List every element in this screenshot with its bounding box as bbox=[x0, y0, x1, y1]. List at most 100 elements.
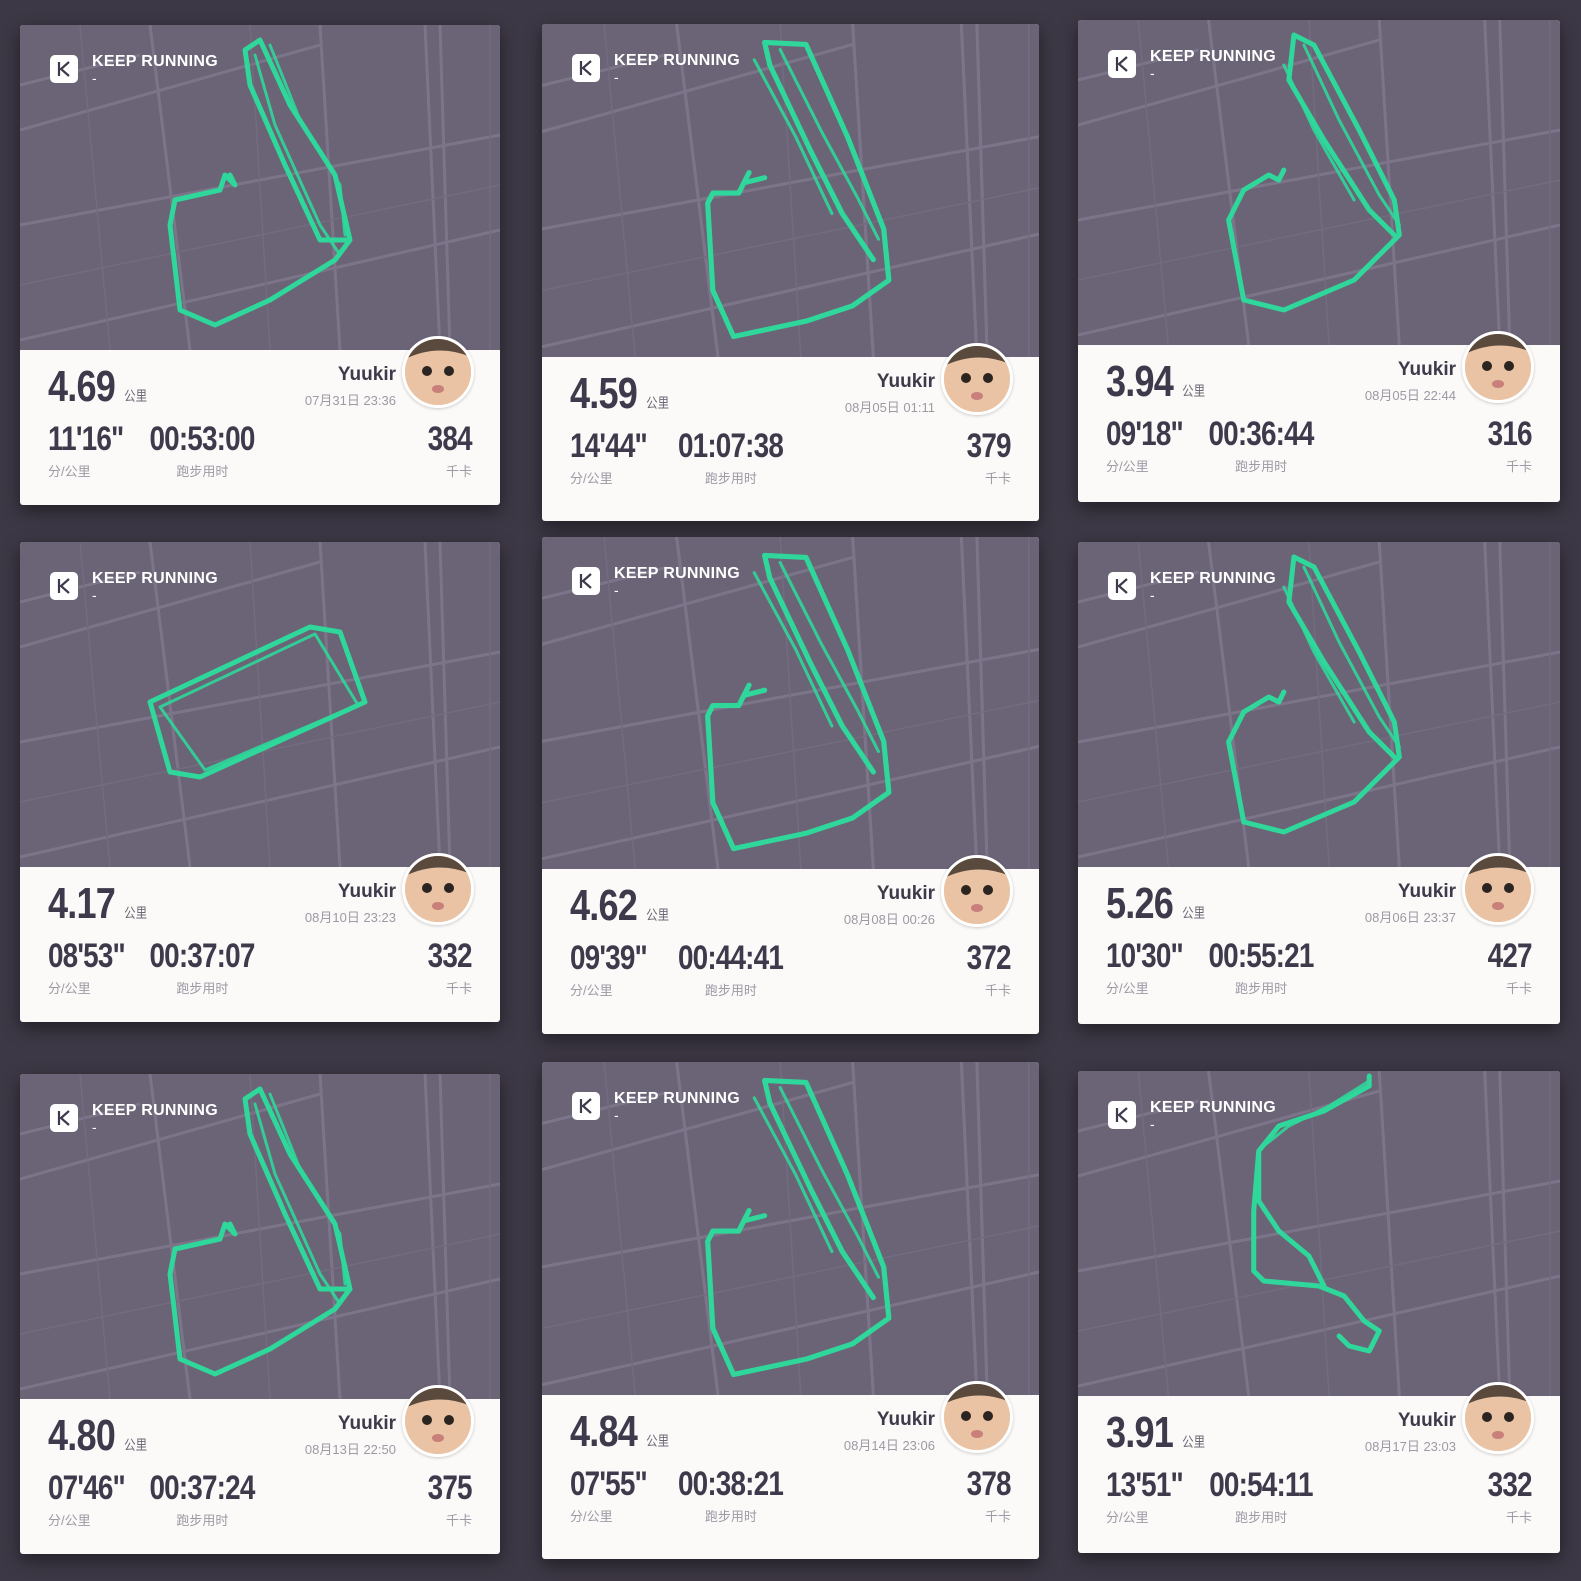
calories-stat: 375 千卡 bbox=[418, 1469, 473, 1529]
route-map: KEEP RUNNING - bbox=[542, 537, 1039, 869]
duration-value: 00:55:21 bbox=[1208, 937, 1315, 975]
calories-label: 千卡 bbox=[445, 981, 472, 996]
brand-subtitle: - bbox=[92, 1119, 97, 1135]
run-date: 08月08日 00:26 bbox=[843, 912, 935, 927]
avatar[interactable] bbox=[402, 1385, 474, 1457]
run-card[interactable]: KEEP RUNNING - 4.84 公里 Yuukir 08月14日 23:… bbox=[542, 1062, 1039, 1559]
calories-value: 332 bbox=[427, 937, 473, 975]
distance-unit: 公里 bbox=[124, 1437, 148, 1453]
calories-value: 375 bbox=[427, 1469, 473, 1507]
run-date: 08月17日 23:03 bbox=[1364, 1439, 1456, 1454]
avatar[interactable] bbox=[941, 855, 1013, 927]
duration-stat: 00:37:07 跑步用时 bbox=[20, 937, 442, 997]
duration-value: 01:07:38 bbox=[678, 427, 784, 465]
calories-label: 千卡 bbox=[984, 983, 1011, 998]
keep-logo-icon bbox=[572, 1092, 600, 1120]
avatar[interactable] bbox=[941, 343, 1013, 415]
duration-label: 跑步用时 bbox=[1235, 1510, 1288, 1525]
distance-value: 4.69 bbox=[48, 362, 116, 411]
run-summary: 4.84 公里 Yuukir 08月14日 23:06 07'55" 分/公里 bbox=[542, 1381, 1039, 1559]
avatar[interactable] bbox=[402, 853, 474, 925]
run-date: 08月10日 23:23 bbox=[304, 910, 396, 925]
run-card[interactable]: KEEP RUNNING - 4.62 公里 Yuukir 08月08日 00:… bbox=[542, 537, 1039, 1034]
distance-unit: 公里 bbox=[1182, 905, 1206, 921]
run-card[interactable]: KEEP RUNNING - 4.80 公里 Yuukir 08月13日 22:… bbox=[20, 1074, 500, 1554]
run-summary: 4.69 公里 Yuukir 07月31日 23:36 11'16" 分/公里 bbox=[20, 336, 500, 505]
avatar[interactable] bbox=[402, 336, 474, 408]
distance-unit: 公里 bbox=[1182, 383, 1206, 399]
keep-brand: KEEP RUNNING - bbox=[572, 52, 740, 84]
distance-unit: 公里 bbox=[646, 907, 670, 923]
duration-label: 跑步用时 bbox=[176, 464, 229, 479]
user-info: Yuukir 08月14日 23:06 bbox=[844, 1409, 935, 1454]
run-card[interactable]: KEEP RUNNING - 4.17 公里 Yuukir 08月10日 23:… bbox=[20, 542, 500, 1022]
run-card[interactable]: KEEP RUNNING - 5.26 公里 Yuukir 08月06日 23:… bbox=[1078, 542, 1560, 1024]
user-name: Yuukir bbox=[876, 1409, 935, 1430]
route-map: KEEP RUNNING - bbox=[1078, 542, 1560, 867]
run-card[interactable]: KEEP RUNNING - 4.69 公里 Yuukir 07月31日 23:… bbox=[20, 25, 500, 505]
distance-value: 3.91 bbox=[1106, 1408, 1174, 1457]
run-card[interactable]: KEEP RUNNING - 3.94 公里 Yuukir 08月05日 22:… bbox=[1078, 20, 1560, 502]
distance: 3.94 公里 bbox=[1106, 357, 1205, 407]
keep-brand: KEEP RUNNING - bbox=[50, 570, 218, 602]
avatar[interactable] bbox=[1462, 1382, 1534, 1454]
user-name: Yuukir bbox=[1397, 359, 1456, 380]
run-card[interactable]: KEEP RUNNING - 3.91 公里 Yuukir 08月17日 23:… bbox=[1078, 1071, 1560, 1553]
distance-value: 4.84 bbox=[570, 1407, 638, 1456]
brand-subtitle: - bbox=[92, 70, 97, 86]
keep-brand: KEEP RUNNING - bbox=[572, 565, 740, 597]
run-summary: 5.26 公里 Yuukir 08月06日 23:37 10'30" 分/公里 bbox=[1078, 853, 1560, 1024]
calories-stat: 427 千卡 bbox=[1478, 937, 1533, 997]
user-name: Yuukir bbox=[1397, 1410, 1456, 1431]
route-map: KEEP RUNNING - bbox=[20, 25, 500, 350]
keep-brand: KEEP RUNNING - bbox=[50, 1102, 218, 1134]
run-date: 08月05日 01:11 bbox=[844, 400, 935, 415]
duration-stat: 00:53:00 跑步用时 bbox=[20, 420, 442, 480]
calories-value: 379 bbox=[966, 427, 1012, 465]
brand-subtitle: - bbox=[1150, 1116, 1155, 1132]
keep-brand: KEEP RUNNING - bbox=[50, 53, 218, 85]
avatar[interactable] bbox=[1462, 331, 1534, 403]
brand-title: KEEP RUNNING bbox=[92, 1102, 218, 1119]
user-name: Yuukir bbox=[1397, 881, 1456, 902]
keep-logo-icon bbox=[50, 572, 78, 600]
duration-label: 跑步用时 bbox=[704, 983, 757, 998]
run-summary: 3.94 公里 Yuukir 08月05日 22:44 09'18" 分/公里 bbox=[1078, 331, 1560, 502]
brand-title: KEEP RUNNING bbox=[1150, 1099, 1276, 1116]
calories-label: 千卡 bbox=[984, 471, 1011, 486]
distance-value: 3.94 bbox=[1106, 357, 1174, 406]
user-info: Yuukir 08月05日 01:11 bbox=[845, 371, 935, 416]
duration-stat: 01:07:38 跑步用时 bbox=[542, 427, 979, 487]
distance-value: 4.80 bbox=[48, 1411, 116, 1460]
distance-unit: 公里 bbox=[1182, 1434, 1206, 1450]
user-name: Yuukir bbox=[876, 883, 935, 904]
duration-stat: 00:38:21 跑步用时 bbox=[542, 1465, 979, 1525]
duration-value: 00:38:21 bbox=[678, 1465, 784, 1503]
calories-value: 427 bbox=[1487, 937, 1533, 975]
route-map: KEEP RUNNING - bbox=[20, 1074, 500, 1399]
calories-label: 千卡 bbox=[445, 1513, 472, 1528]
distance-value: 4.59 bbox=[570, 369, 638, 418]
route-map: KEEP RUNNING - bbox=[20, 542, 500, 867]
run-card[interactable]: KEEP RUNNING - 4.59 公里 Yuukir 08月05日 01:… bbox=[542, 24, 1039, 521]
distance: 4.84 公里 bbox=[570, 1407, 669, 1457]
duration-stat: 00:55:21 跑步用时 bbox=[1078, 937, 1502, 997]
avatar[interactable] bbox=[941, 1381, 1013, 1453]
calories-label: 千卡 bbox=[984, 1509, 1011, 1524]
duration-label: 跑步用时 bbox=[176, 981, 229, 996]
run-summary: 4.62 公里 Yuukir 08月08日 00:26 09'39" 分/公里 bbox=[542, 855, 1039, 1034]
run-summary: 4.17 公里 Yuukir 08月10日 23:23 08'53" 分/公里 bbox=[20, 853, 500, 1022]
calories-stat: 372 千卡 bbox=[957, 939, 1012, 999]
distance-unit: 公里 bbox=[124, 388, 148, 404]
calories-value: 378 bbox=[966, 1465, 1012, 1503]
distance: 4.17 公里 bbox=[48, 879, 147, 929]
keep-logo-icon bbox=[1108, 1101, 1136, 1129]
distance-value: 4.62 bbox=[570, 881, 638, 930]
route-map: KEEP RUNNING - bbox=[542, 1062, 1039, 1395]
avatar[interactable] bbox=[1462, 853, 1534, 925]
keep-logo-icon bbox=[1108, 572, 1136, 600]
brand-title: KEEP RUNNING bbox=[92, 570, 218, 587]
distance-unit: 公里 bbox=[646, 395, 670, 411]
duration-stat: 00:36:44 跑步用时 bbox=[1078, 415, 1502, 475]
user-name: Yuukir bbox=[876, 371, 935, 392]
